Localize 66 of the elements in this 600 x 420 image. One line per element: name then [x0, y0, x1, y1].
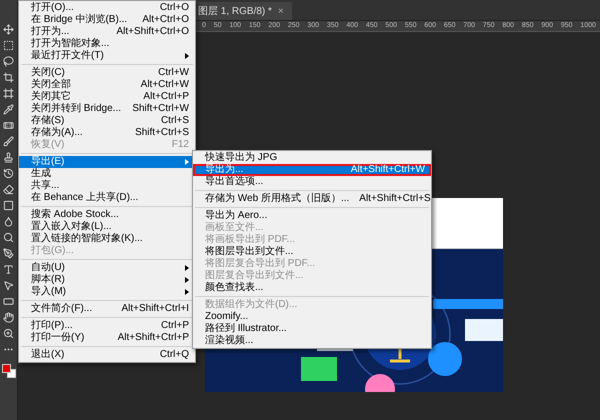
- menu-item[interactable]: 存储为(A)... Shift+Ctrl+S: [19, 127, 195, 139]
- zoom-icon[interactable]: [3, 328, 14, 339]
- shortcut-label: Shift+Ctrl+S: [135, 127, 189, 139]
- menu-item[interactable]: 生成: [19, 168, 195, 180]
- menu-item[interactable]: 渲染视频...: [193, 335, 431, 347]
- droplet-icon[interactable]: [3, 216, 14, 227]
- hand-icon[interactable]: [3, 312, 14, 323]
- stamp-icon[interactable]: [3, 152, 14, 163]
- menu-item[interactable]: 文件简介(F)... Alt+Shift+Ctrl+I: [19, 303, 195, 315]
- menu-item[interactable]: 关闭并转到 Bridge... Shift+Ctrl+W: [19, 103, 195, 115]
- foreground-swatch[interactable]: [2, 364, 10, 373]
- shortcut-label: Alt+Shift+Ctrl+I: [121, 303, 189, 315]
- menu-item[interactable]: 共享...: [19, 180, 195, 192]
- shortcut-label: Ctrl+P: [160, 320, 189, 332]
- shortcut-label: Alt+Shift+Ctrl+O: [116, 26, 189, 38]
- shortcut-label: Ctrl+W: [158, 67, 189, 79]
- shortcut-label: Ctrl+S: [160, 115, 189, 127]
- shortcut-label: Alt+Ctrl+O: [142, 14, 189, 26]
- type-icon[interactable]: [3, 264, 14, 275]
- pointer-icon[interactable]: [3, 280, 14, 291]
- menu-item[interactable]: 关闭全部 Alt+Ctrl+W: [19, 79, 195, 91]
- shortcut-label: Alt+Ctrl+P: [143, 91, 189, 103]
- menu-item[interactable]: 打印一份(Y) Alt+Shift+Ctrl+P: [19, 332, 195, 344]
- menu-item[interactable]: 导出为... Alt+Shift+Ctrl+W: [193, 164, 431, 176]
- eyedropper-icon[interactable]: [3, 104, 14, 115]
- tab-title: 图层 1, RGB/8) *: [198, 5, 272, 18]
- shortcut-label: Alt+Shift+Ctrl+S: [359, 193, 431, 205]
- search-icon[interactable]: [3, 232, 14, 243]
- menu-item[interactable]: 打印(P)... Ctrl+P: [19, 320, 195, 332]
- menu-item[interactable]: 置入链接的智能对象(K)...: [19, 233, 195, 245]
- shortcut-label: Ctrl+Q: [160, 349, 189, 361]
- close-button[interactable]: ×: [278, 6, 284, 16]
- menu-item[interactable]: 退出(X) Ctrl+Q: [19, 349, 195, 361]
- menu-item[interactable]: 导出(E): [19, 156, 195, 168]
- menu-item[interactable]: 导出首选项...: [193, 176, 431, 188]
- menu-item[interactable]: Zoomify...: [193, 311, 431, 323]
- bandage-icon[interactable]: [3, 120, 14, 131]
- menu-item[interactable]: 关闭其它 Alt+Ctrl+P: [19, 91, 195, 103]
- menu-item[interactable]: 搜索 Adobe Stock...: [19, 209, 195, 221]
- menu-item[interactable]: 置入嵌入对象(L)...: [19, 221, 195, 233]
- pen-icon[interactable]: [3, 248, 14, 259]
- menu-item[interactable]: 路径到 Illustrator...: [193, 323, 431, 335]
- menu-item[interactable]: 在 Behance 上共享(D)...: [19, 192, 195, 204]
- menu-item[interactable]: 打开为智能对象...: [19, 38, 195, 50]
- eraser-icon[interactable]: [3, 184, 14, 195]
- shortcut-label: Ctrl+O: [160, 2, 189, 14]
- shortcut-label: Alt+Shift+Ctrl+P: [118, 332, 189, 344]
- menu-item[interactable]: 打开为... Alt+Shift+Ctrl+O: [19, 26, 195, 38]
- brush-icon[interactable]: [3, 136, 14, 147]
- crop-icon[interactable]: [3, 72, 14, 83]
- shortcut-label: F12: [172, 139, 189, 151]
- lasso-icon[interactable]: [3, 56, 14, 67]
- menu-item[interactable]: 存储为 Web 所用格式（旧版）... Alt+Shift+Ctrl+S: [193, 193, 431, 205]
- menu-item[interactable]: 最近打开文件(T): [19, 50, 195, 62]
- menu-item[interactable]: 存储(S) Ctrl+S: [19, 115, 195, 127]
- marquee-icon[interactable]: [3, 40, 14, 51]
- shortcut-label: Alt+Shift+Ctrl+W: [350, 164, 425, 176]
- menu-item[interactable]: 快速导出为 JPG: [193, 152, 431, 164]
- menu-item[interactable]: 颜色查找表...: [193, 282, 431, 294]
- rectangle-icon[interactable]: [3, 296, 14, 307]
- move-icon[interactable]: [3, 24, 14, 35]
- shortcut-label: Shift+Ctrl+W: [132, 103, 189, 115]
- menu-item[interactable]: 将图层导出到文件...: [193, 246, 431, 258]
- menu-item[interactable]: 导出为 Aero...: [193, 210, 431, 222]
- menu-item[interactable]: 关闭(C) Ctrl+W: [19, 67, 195, 79]
- shortcut-label: Alt+Ctrl+W: [140, 79, 189, 91]
